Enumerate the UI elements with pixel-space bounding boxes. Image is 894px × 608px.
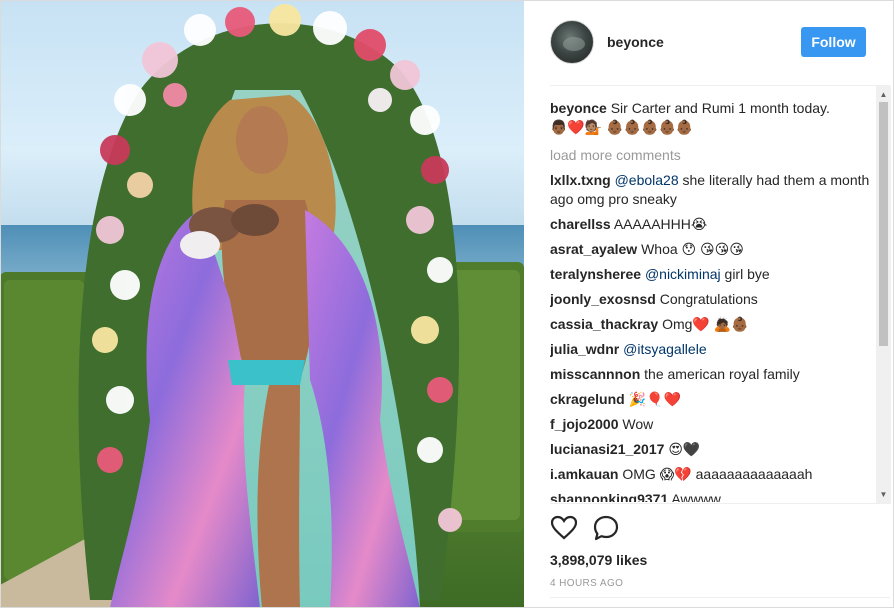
comment-item: lucianasi21_2017 😍🖤 [550, 440, 874, 459]
comment-username[interactable]: lxllx.txng [550, 172, 611, 188]
divider [550, 85, 890, 86]
divider [550, 503, 890, 504]
comment-text: 🎉🎈❤️ [628, 391, 681, 407]
caption-username[interactable]: beyonce [550, 100, 607, 116]
comment-username[interactable]: shannonking9371 [550, 491, 668, 502]
scroll-up-arrow-icon[interactable]: ▲ [876, 88, 891, 102]
comment-username[interactable]: teralynsheree [550, 266, 641, 282]
caption-emoji: 👨🏾‍❤️💁🏽 👶🏾👶🏾👶🏾👶🏾👶🏾 [550, 119, 694, 135]
post-details-panel: beyonce Follow beyonce Sir Carter and Ru… [524, 0, 894, 608]
comment-bubble-icon[interactable] [592, 514, 620, 542]
comment-item: julia_wdnr @itsyagallele [550, 340, 874, 359]
divider [550, 597, 890, 598]
comment-text: girl bye [720, 266, 770, 282]
comment-item: cassia_thackray Omg❤️ 🙇🏾👶🏾 [550, 315, 874, 334]
comment-mention-link[interactable]: @itsyagallele [623, 341, 706, 357]
comment-item: teralynsheree @nickiminaj girl bye [550, 265, 874, 284]
comment-username[interactable]: f_jojo2000 [550, 416, 618, 432]
likes-count[interactable]: 3,898,079 likes [550, 552, 647, 568]
comment-text: OMG 😱💔 aaaaaaaaaaaaaah [622, 466, 813, 482]
comments-scrollbar[interactable]: ▲ ▼ [876, 86, 891, 504]
comment-text: 😍🖤 [668, 441, 701, 457]
comment-username[interactable]: joonly_exosnsd [550, 291, 656, 307]
comment-mention-link[interactable]: @ebola28 [615, 172, 679, 188]
comment-text: Whoa 😯 😘😘😘 [641, 241, 744, 257]
comment-text: Omg❤️ 🙇🏾👶🏾 [662, 316, 749, 332]
comment-username[interactable]: cassia_thackray [550, 316, 658, 332]
header-username[interactable]: beyonce [607, 34, 664, 50]
post-timestamp[interactable]: 4 HOURS AGO [550, 578, 623, 589]
comment-text: the american royal family [644, 366, 800, 382]
comment-username[interactable]: julia_wdnr [550, 341, 619, 357]
photo-illustration [0, 0, 524, 608]
comment-item: misscannnon the american royal family [550, 365, 874, 384]
comment-username[interactable]: ckragelund [550, 391, 625, 407]
comment-text: Congratulations [659, 291, 758, 307]
post-photo [0, 0, 524, 608]
comment-item: joonly_exosnsd Congratulations [550, 290, 874, 309]
comment-text: Wow [622, 416, 654, 432]
comment-username[interactable]: lucianasi21_2017 [550, 441, 664, 457]
comment-item: i.amkauan OMG 😱💔 aaaaaaaaaaaaaah [550, 465, 874, 484]
heart-icon[interactable] [550, 514, 578, 542]
comment-text: Awwww [671, 491, 721, 502]
comment-username[interactable]: asrat_ayalew [550, 241, 637, 257]
follow-button[interactable]: Follow [801, 27, 866, 57]
comment-username[interactable]: i.amkauan [550, 466, 618, 482]
avatar[interactable] [550, 20, 594, 64]
caption-text: Sir Carter and Rumi 1 month today. [610, 100, 830, 116]
comment-username[interactable]: misscannnon [550, 366, 640, 382]
post-header: beyonce Follow [550, 20, 890, 66]
comment-item: asrat_ayalew Whoa 😯 😘😘😘 [550, 240, 874, 259]
comment-item: f_jojo2000 Wow [550, 415, 874, 434]
comments-list: beyonce Sir Carter and Rumi 1 month toda… [550, 99, 874, 502]
load-more-comments-link[interactable]: load more comments [550, 146, 874, 165]
comment-username[interactable]: charellss [550, 216, 611, 232]
comment-item: ckragelund 🎉🎈❤️ [550, 390, 874, 409]
comment-mention-link[interactable]: @nickiminaj [645, 266, 721, 282]
comment-item: lxllx.txng @ebola28 she literally had th… [550, 171, 874, 209]
caption: beyonce Sir Carter and Rumi 1 month toda… [550, 99, 874, 137]
comment-item: charellss AAAAAHHH😭 [550, 215, 874, 234]
scroll-thumb[interactable] [879, 102, 888, 346]
comment-text: AAAAAHHH😭 [613, 216, 708, 232]
scroll-down-arrow-icon[interactable]: ▼ [876, 488, 891, 502]
comment-item: shannonking9371 Awwww [550, 490, 874, 502]
